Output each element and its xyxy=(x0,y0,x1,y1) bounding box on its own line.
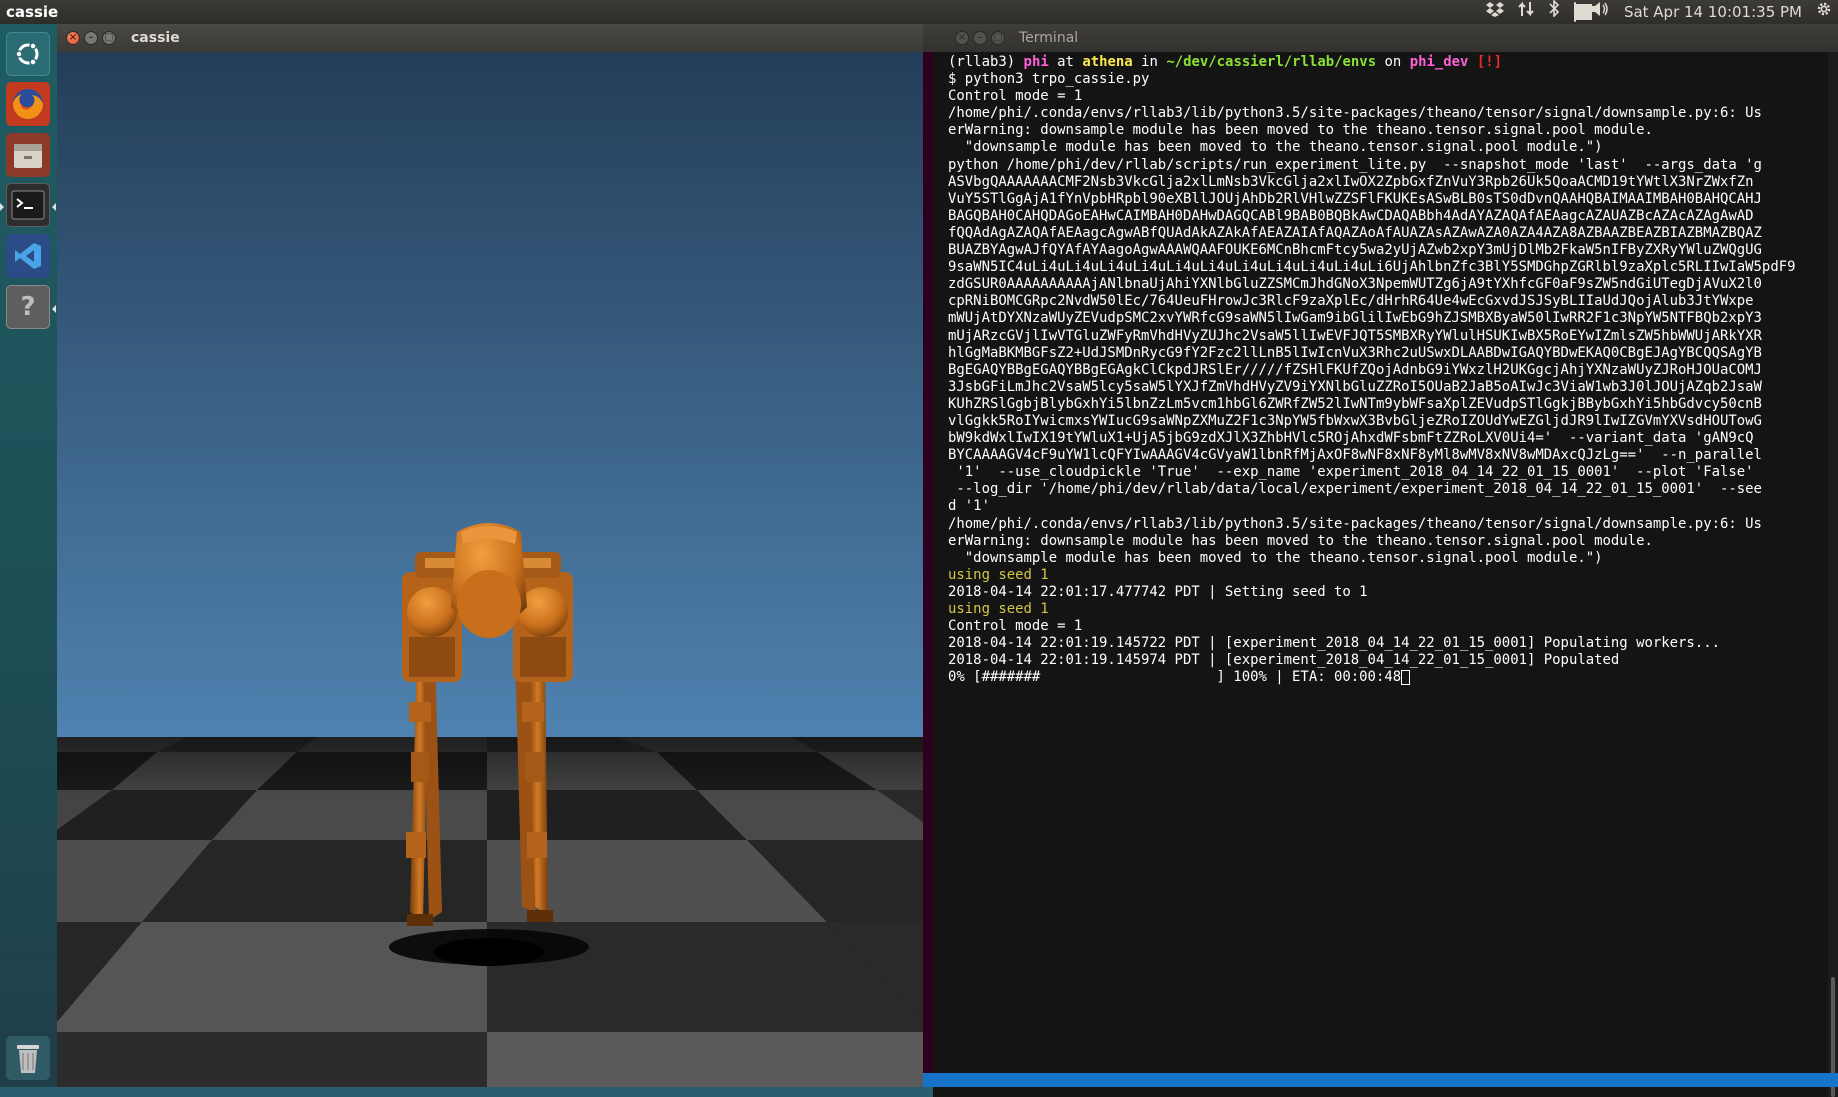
terminal-line: erWarning: downsample module has been mo… xyxy=(948,122,1653,139)
terminal-title: Terminal xyxy=(1019,30,1079,46)
prompt-at: at xyxy=(1057,54,1074,70)
active-indicator xyxy=(52,203,56,211)
window-title: cassie xyxy=(131,30,180,46)
terminal-line: 2018-04-14 22:01:17.477742 PDT | Setting… xyxy=(948,583,1368,600)
terminal-line: KUhZRSlGgbjBlybGxhYi5lbnZzLm5vcm1hbGl6ZW… xyxy=(948,395,1762,412)
prompt-path: ~/dev/cassierl/rllab/envs xyxy=(1166,54,1377,70)
terminal-line: hlGgMaBKMBGFsZ2+UdJSMDnRycG9fY2Fzc2llLnB… xyxy=(948,344,1762,361)
volume-icon[interactable] xyxy=(1590,0,1610,24)
terminal-line: 2018-04-14 22:01:19.145974 PDT | [experi… xyxy=(948,652,1620,669)
terminal-line: /home/phi/.conda/envs/rllab3/lib/python3… xyxy=(948,105,1762,122)
bluetooth-icon[interactable] xyxy=(1548,0,1560,24)
terminal-line: mWUjAtDYXNzaWUyZEVudpSMC2xvYWRfcG9saWN5l… xyxy=(948,310,1762,327)
terminal-line: '1' --use_cloudpickle 'True' --exp_name … xyxy=(948,464,1754,481)
terminal-line: Control mode = 1 xyxy=(948,88,1083,105)
terminal-minimize-icon[interactable]: – xyxy=(973,31,987,45)
terminal-line: Control mode = 1 xyxy=(948,618,1083,635)
help-indicator xyxy=(52,305,56,313)
trash-icon[interactable] xyxy=(6,1036,50,1080)
terminal-line: vlGgkk5RoIYwicmxsYWIucG9saWNpZXMuZ2F1c3N… xyxy=(948,412,1762,429)
prompt-env: (rllab3) xyxy=(948,54,1016,70)
robot-shadow-core xyxy=(434,938,544,966)
terminal-maximize-icon[interactable]: □ xyxy=(991,31,1005,45)
settings-gear-icon[interactable] xyxy=(1816,0,1832,24)
prompt-in: in xyxy=(1141,54,1158,70)
terminal-close-icon[interactable]: × xyxy=(955,31,969,45)
active-app-name: cassie xyxy=(6,3,59,21)
terminal-line: VuY5STlGgAjA1fYnVpbHRpbl90eXBllJOUjAhDb2… xyxy=(948,190,1762,207)
terminal-line: erWarning: downsample module has been mo… xyxy=(948,532,1653,549)
terminal-line: ASVbgQAAAAAAACMF2Nsb3VkcGlja2xlLmNsb3Vkc… xyxy=(948,173,1754,190)
terminal-line: BgEGAQYBBgEGAQYBBgEGAgkClCkpdJRSlEr/////… xyxy=(948,361,1762,378)
terminal-line: mUjARzcGVjlIwVTGluZWFyRmVhdHVyZUJhc2VsaW… xyxy=(948,327,1762,344)
terminal-line: fQQAdAgAZAQAfAEAagcAgwABfQUAdAkAZAkAfAEA… xyxy=(948,224,1762,241)
terminal-line: /home/phi/.conda/envs/rllab3/lib/python3… xyxy=(948,515,1762,532)
terminal-line: 9saWN5IC4uLi4uLi4uLi4uLi4uLi4uLi4uLi4uLi… xyxy=(948,259,1796,276)
terminal-line: BYCAAAAGV4cF9uYW1lcQFYIwAAAGV4cGVyaW1lbn… xyxy=(948,447,1762,464)
ubuntu-dash-icon[interactable] xyxy=(6,32,50,76)
prompt-host: athena xyxy=(1082,54,1133,70)
terminal-line: "downsample module has been moved to the… xyxy=(948,549,1603,566)
terminal-line: BAGQBAH0CAHQDAGoEAHwCAIMBAH0DAHwDAGQCABl… xyxy=(948,207,1754,224)
terminal-line: python /home/phi/dev/rllab/scripts/run_e… xyxy=(948,156,1762,173)
cassie-titlebar[interactable]: × – □ cassie xyxy=(57,24,923,53)
terminal-line: 2018-04-14 22:01:19.145722 PDT | [experi… xyxy=(948,635,1720,652)
terminal-line: --log_dir '/home/phi/dev/rllab/data/loca… xyxy=(948,481,1762,498)
terminal-line: using seed 1 xyxy=(948,601,1049,617)
terminal-line: "downsample module has been moved to the… xyxy=(948,139,1603,156)
terminal-line: zdGSUR0AAAAAAAAAAjANlbnaUjAhiYXNlbGluZZS… xyxy=(948,276,1762,293)
launcher: ? xyxy=(0,24,58,1087)
terminal-line: d '1' xyxy=(948,498,990,515)
prompt-status: [!] xyxy=(1476,54,1503,70)
vscode-icon[interactable] xyxy=(6,234,50,278)
prompt-line: (rllab3) phi at athena in ~/dev/cassierl… xyxy=(948,54,1502,70)
close-icon[interactable]: × xyxy=(66,31,80,45)
terminal-scrollbar[interactable] xyxy=(1828,52,1838,1097)
text-cursor xyxy=(1401,670,1411,686)
prompt-branch: phi_dev xyxy=(1409,54,1469,70)
terminal-line: bW9kdWxlIwIX19tYWluX1+UjA5jbG9zdXJlX3Zhb… xyxy=(948,430,1754,447)
simulation-viewport[interactable] xyxy=(57,52,923,1087)
maximize-icon[interactable]: □ xyxy=(102,31,116,45)
terminal-titlebar[interactable]: × – □ Terminal xyxy=(923,24,1838,52)
firefox-icon[interactable] xyxy=(6,82,50,126)
help-icon[interactable]: ? xyxy=(6,285,50,329)
indicator-area: Sat Apr 14 10:01:35 PM xyxy=(1485,0,1832,24)
terminal-line: 3JsbGFiLmJhc2VsaW5lcy5saW5lYXJfZmVhdHVyZ… xyxy=(948,378,1762,395)
battery-icon[interactable] xyxy=(1573,0,1592,24)
terminal-lines: Control mode = 1 /home/phi/.conda/envs/r… xyxy=(948,88,1796,685)
top-panel: cassie Sat Apr 14 10:01:35 PM xyxy=(0,0,1838,24)
running-indicator xyxy=(0,203,4,211)
dropbox-icon[interactable] xyxy=(1485,0,1504,24)
prompt-user: phi xyxy=(1023,54,1049,70)
terminal-line: cpRNiBOMCGRpc2NvdW50lEc/764UeuFHrowJc3Rl… xyxy=(948,293,1754,310)
terminal-window[interactable]: × – □ Terminal (rllab3) phi at athena in… xyxy=(923,24,1838,1097)
terminal-icon[interactable] xyxy=(6,183,50,227)
command-line: $ python3 trpo_cassie.py xyxy=(948,71,1150,88)
terminal-line: BUAZBYAgwAJfQYAfAYAagoAgwAAAWQAAFOUKE6MC… xyxy=(948,242,1762,259)
clock[interactable]: Sat Apr 14 10:01:35 PM xyxy=(1624,3,1802,21)
prompt-on: on xyxy=(1384,54,1402,70)
files-icon[interactable] xyxy=(6,133,50,177)
terminal-line: 0% [####### ] 100% | ETA: 00:00:48 xyxy=(948,669,1402,686)
cassie-sim-window[interactable]: × – □ cassie xyxy=(57,24,923,1087)
network-icon[interactable] xyxy=(1518,0,1534,24)
terminal-output[interactable]: (rllab3) phi at athena in ~/dev/cassierl… xyxy=(933,52,1828,1097)
minimize-icon[interactable]: – xyxy=(84,31,98,45)
terminal-bottom-bar xyxy=(923,1073,1838,1087)
terminal-line: using seed 1 xyxy=(948,566,1049,583)
window-controls: × – □ xyxy=(66,31,116,45)
terminal-window-controls: × – □ xyxy=(955,31,1005,45)
